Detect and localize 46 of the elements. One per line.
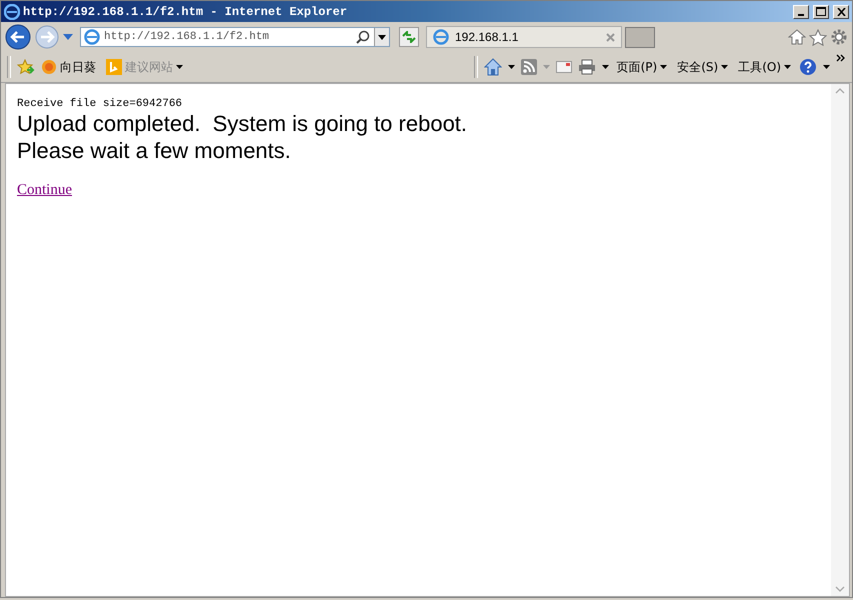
new-tab-button[interactable] (625, 26, 655, 48)
caret-icon (378, 34, 386, 40)
browser-tab[interactable]: 192.168.1.1 (426, 26, 622, 48)
caret-icon[interactable] (823, 65, 830, 69)
compatibility-button[interactable] (399, 27, 419, 47)
caret-icon (660, 65, 668, 69)
maximize-icon (816, 7, 826, 16)
home-icon[interactable] (788, 29, 806, 45)
continue-link[interactable]: Continue (17, 182, 72, 199)
help-icon[interactable] (799, 58, 817, 76)
page-icon (433, 29, 449, 45)
file-size-text: Receive file size=6942766 (17, 98, 184, 110)
feed-icon[interactable] (520, 59, 537, 75)
menu-button[interactable]: 工具(O) (736, 58, 793, 76)
chevron-icon[interactable] (836, 54, 846, 62)
maximize-button[interactable] (813, 4, 829, 18)
dropdown-icon[interactable] (63, 34, 73, 40)
search-icon[interactable] (356, 30, 370, 44)
back-button[interactable] (5, 24, 31, 50)
address-dropdown-button[interactable] (374, 28, 389, 46)
caret-icon[interactable] (602, 65, 609, 69)
caret-icon (176, 65, 183, 69)
favorites-link[interactable]: 向日葵 (41, 58, 96, 76)
minimize-button[interactable] (793, 4, 809, 18)
bing-icon (106, 59, 122, 75)
close-icon (836, 8, 846, 16)
close-button[interactable] (833, 4, 849, 18)
close-tab-icon[interactable] (606, 32, 615, 42)
status-message: Please wait a few moments. (17, 137, 292, 164)
status-message: Upload completed. System is going to reboot. (17, 110, 468, 137)
menu-button[interactable]: 安全(S) (675, 58, 730, 76)
window-title: http://192.168.1.1/f2.htm - Internet Explorer (23, 4, 348, 18)
address-bar[interactable]: http://192.168.1.1/f2.htm (80, 27, 390, 47)
caret-icon[interactable] (508, 65, 515, 69)
sunflower-icon (41, 59, 57, 75)
home-icon[interactable] (484, 58, 502, 76)
mail-icon[interactable] (556, 61, 572, 73)
menu-button[interactable]: 页面(P) (614, 58, 670, 76)
settings-icon[interactable] (830, 28, 848, 46)
printer-icon[interactable] (578, 59, 596, 75)
browser-logo-icon (4, 4, 20, 20)
caret-icon (784, 65, 791, 69)
caret-icon (721, 65, 728, 69)
minimize-icon (798, 14, 804, 16)
page-icon (84, 29, 100, 45)
star-icon[interactable] (809, 28, 827, 46)
